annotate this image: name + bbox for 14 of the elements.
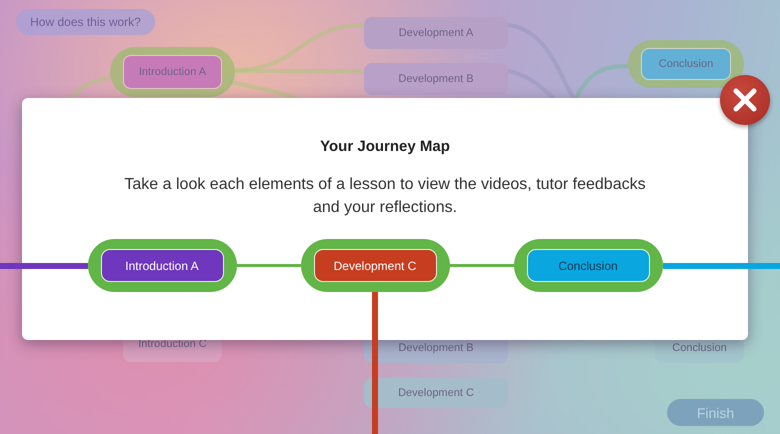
map-node[interactable]: Development A xyxy=(364,17,508,49)
modal-description: Take a look each elements of a lesson to view the videos, tutor feedbacks and your reflections. xyxy=(123,175,647,218)
journey-node[interactable]: Development C xyxy=(314,249,436,282)
map-node[interactable]: Development C xyxy=(364,378,508,408)
close-icon xyxy=(732,87,758,113)
modal-title: Your Journey Map xyxy=(320,138,450,155)
help-button[interactable]: How does this work? xyxy=(16,9,155,35)
journey-node[interactable]: Conclusion xyxy=(526,249,650,282)
map-node[interactable]: Introduction A xyxy=(123,55,222,89)
journey-node[interactable]: Introduction A xyxy=(100,249,224,282)
map-node[interactable]: Conclusion xyxy=(641,48,731,80)
finish-button[interactable]: Finish xyxy=(667,399,764,426)
map-node[interactable]: Development B xyxy=(364,63,508,95)
close-button[interactable] xyxy=(720,75,770,125)
